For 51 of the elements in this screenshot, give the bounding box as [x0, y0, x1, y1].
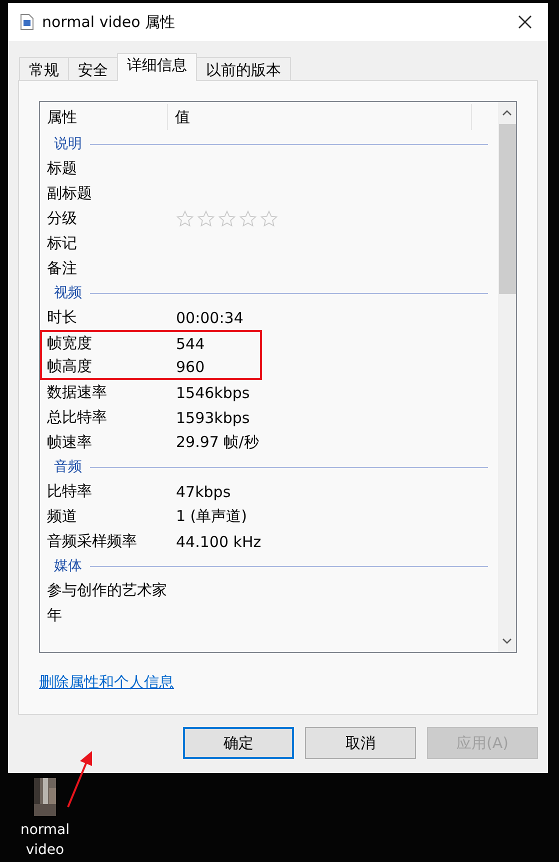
- star-icon[interactable]: [176, 210, 194, 228]
- property-value: 29.97 帧/秒: [176, 433, 259, 452]
- tab[interactable]: 以前的版本: [196, 57, 291, 81]
- scroll-down-icon[interactable]: [502, 638, 512, 644]
- section-heading: 视频: [54, 284, 82, 302]
- property-name: 时长: [47, 308, 78, 327]
- property-name: 帧宽度: [47, 334, 93, 353]
- property-name: 年: [47, 606, 63, 625]
- property-value: 960: [176, 358, 205, 376]
- dialog-button[interactable]: 确定: [183, 727, 294, 759]
- scrollbar[interactable]: [498, 102, 516, 652]
- section-heading: 音频: [54, 458, 82, 476]
- property-value: 00:00:34: [176, 308, 244, 326]
- column-header[interactable]: 属性: [40, 104, 168, 130]
- star-icon[interactable]: [239, 210, 257, 228]
- file-icon: [20, 14, 34, 30]
- property-name: 频道: [47, 507, 78, 526]
- property-name: 数据速率: [47, 383, 108, 402]
- property-value: 1546kbps: [176, 384, 250, 402]
- property-value: 47kbps: [176, 482, 231, 500]
- property-name: 帧速率: [47, 433, 93, 452]
- property-value: 44.100 kHz: [176, 532, 262, 550]
- property-name: 帧高度: [47, 357, 93, 376]
- dialog-button[interactable]: 取消: [305, 727, 416, 759]
- property-value: 544: [176, 334, 205, 352]
- property-name: 分级: [47, 209, 78, 228]
- property-name: 比特率: [47, 482, 93, 501]
- property-name: 备注: [47, 259, 78, 278]
- star-icon[interactable]: [197, 210, 215, 228]
- property-name: 标记: [47, 234, 78, 253]
- section-heading: 媒体: [54, 557, 82, 575]
- star-icon[interactable]: [260, 210, 278, 228]
- tab[interactable]: 常规: [19, 57, 69, 81]
- close-icon[interactable]: [518, 15, 532, 29]
- property-name: 音频采样频率: [47, 532, 138, 551]
- desktop-icon-label[interactable]: normal video: [14, 820, 76, 860]
- remove-properties-link[interactable]: 删除属性和个人信息: [39, 673, 174, 692]
- section-heading: 说明: [54, 135, 82, 153]
- star-icon[interactable]: [218, 210, 236, 228]
- property-name: 标题: [47, 159, 78, 178]
- property-name: 参与创作的艺术家: [47, 581, 168, 600]
- tab[interactable]: 详细信息: [117, 53, 197, 81]
- property-name: 副标题: [47, 184, 93, 203]
- column-header[interactable]: 值: [168, 104, 472, 130]
- scroll-up-icon[interactable]: [502, 110, 512, 116]
- star-rating[interactable]: [176, 210, 278, 228]
- property-value: 1593kbps: [176, 408, 250, 426]
- property-name: 总比特率: [47, 408, 108, 427]
- property-value: 1 (单声道): [176, 507, 248, 526]
- arrow-annotation: [65, 749, 95, 809]
- window-title: normal video 属性: [42, 12, 176, 32]
